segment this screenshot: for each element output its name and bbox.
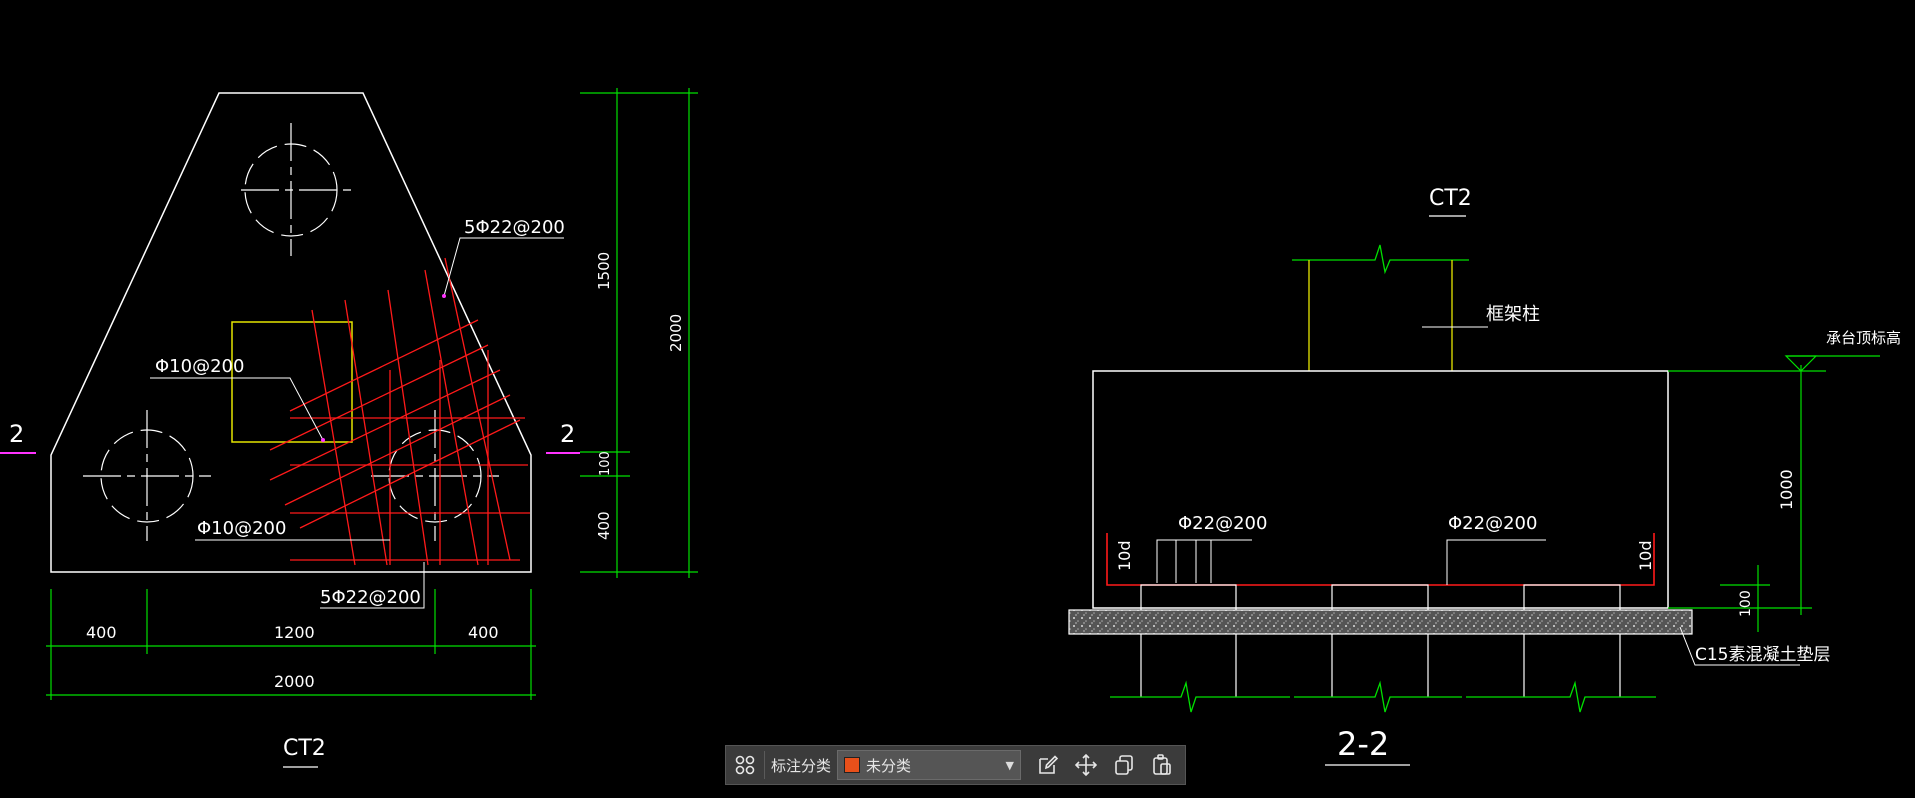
rebar-mesh (269, 257, 530, 566)
dim-bottom-1: 400 (86, 623, 117, 642)
cushion-layer (1068, 609, 1693, 635)
annotation-toolbar: 标注分类 未分类 ▼ (725, 745, 1186, 785)
section-piles (1140, 584, 1621, 697)
dim-right-total: 2000 (667, 314, 685, 352)
dim-right-3: 400 (595, 511, 613, 540)
plan-rebar-top-left-label: Φ10@200 (155, 356, 244, 377)
anchor-left-label: 10d (1115, 540, 1134, 571)
plan-rebar-bottom-left-label: Φ10@200 (197, 518, 286, 539)
section-rebar-right-label: Φ22@200 (1448, 513, 1537, 534)
section-view: CT2 框架柱 承台顶标高 1000 100 10d 10d Φ22@200 Φ… (1068, 186, 1901, 766)
plan-rebar-top-right-label: 5Φ22@200 (464, 217, 565, 238)
section-height-dim: 1000 (1777, 469, 1796, 510)
dim-bottom-total: 2000 (274, 672, 315, 691)
grid-four-icon[interactable] (726, 746, 764, 784)
pile-break-lines (1110, 680, 1656, 713)
edit-icon[interactable] (1029, 746, 1067, 784)
category-color-swatch (844, 757, 861, 773)
move-icon[interactable] (1067, 746, 1105, 784)
dim-bottom-2: 1200 (274, 623, 315, 642)
section-rebar-left-label: Φ22@200 (1178, 513, 1267, 534)
top-elevation-label: 承台顶标高 (1826, 329, 1901, 347)
plan-title: CT2 (283, 736, 326, 761)
section-rebar-leaders (1156, 539, 1546, 585)
section-left-label: 2 (9, 420, 24, 448)
cap-outline (50, 92, 532, 573)
dim-right-2: 100 (598, 451, 613, 476)
cushion-label: C15素混凝土垫层 (1695, 645, 1831, 665)
dim-bottom-3: 400 (468, 623, 499, 642)
category-select-value: 未分类 (866, 756, 912, 775)
plan-view: 5Φ22@200 Φ10@200 Φ10@200 5Φ22@200 2 2 40… (0, 88, 698, 768)
cap-section-outline (1092, 370, 1669, 609)
section-title: 2-2 (1337, 725, 1389, 763)
paste-icon[interactable] (1143, 746, 1181, 784)
plan-leaders (150, 237, 564, 609)
section-cushion-dim: 100 (1738, 590, 1754, 617)
section-bottom-rebar (1106, 533, 1655, 586)
cad-canvas[interactable]: 5Φ22@200 Φ10@200 Φ10@200 5Φ22@200 2 2 40… (0, 0, 1915, 798)
chevron-down-icon: ▼ (1005, 758, 1015, 772)
anchor-right-label: 10d (1636, 540, 1655, 571)
pile-top (241, 123, 356, 256)
pile-left (83, 410, 211, 541)
section-right-label: 2 (560, 420, 575, 448)
category-label: 标注分类 (771, 756, 832, 775)
toolbar-actions (1029, 746, 1181, 784)
plan-rebar-bottom-label: 5Φ22@200 (320, 587, 421, 608)
column-label: 框架柱 (1486, 304, 1540, 325)
dim-right-1: 1500 (595, 252, 613, 290)
section-cap-label: CT2 (1429, 186, 1472, 211)
column-break-line (1292, 244, 1469, 275)
category-select[interactable]: 未分类 ▼ (837, 750, 1022, 780)
copy-icon[interactable] (1105, 746, 1143, 784)
